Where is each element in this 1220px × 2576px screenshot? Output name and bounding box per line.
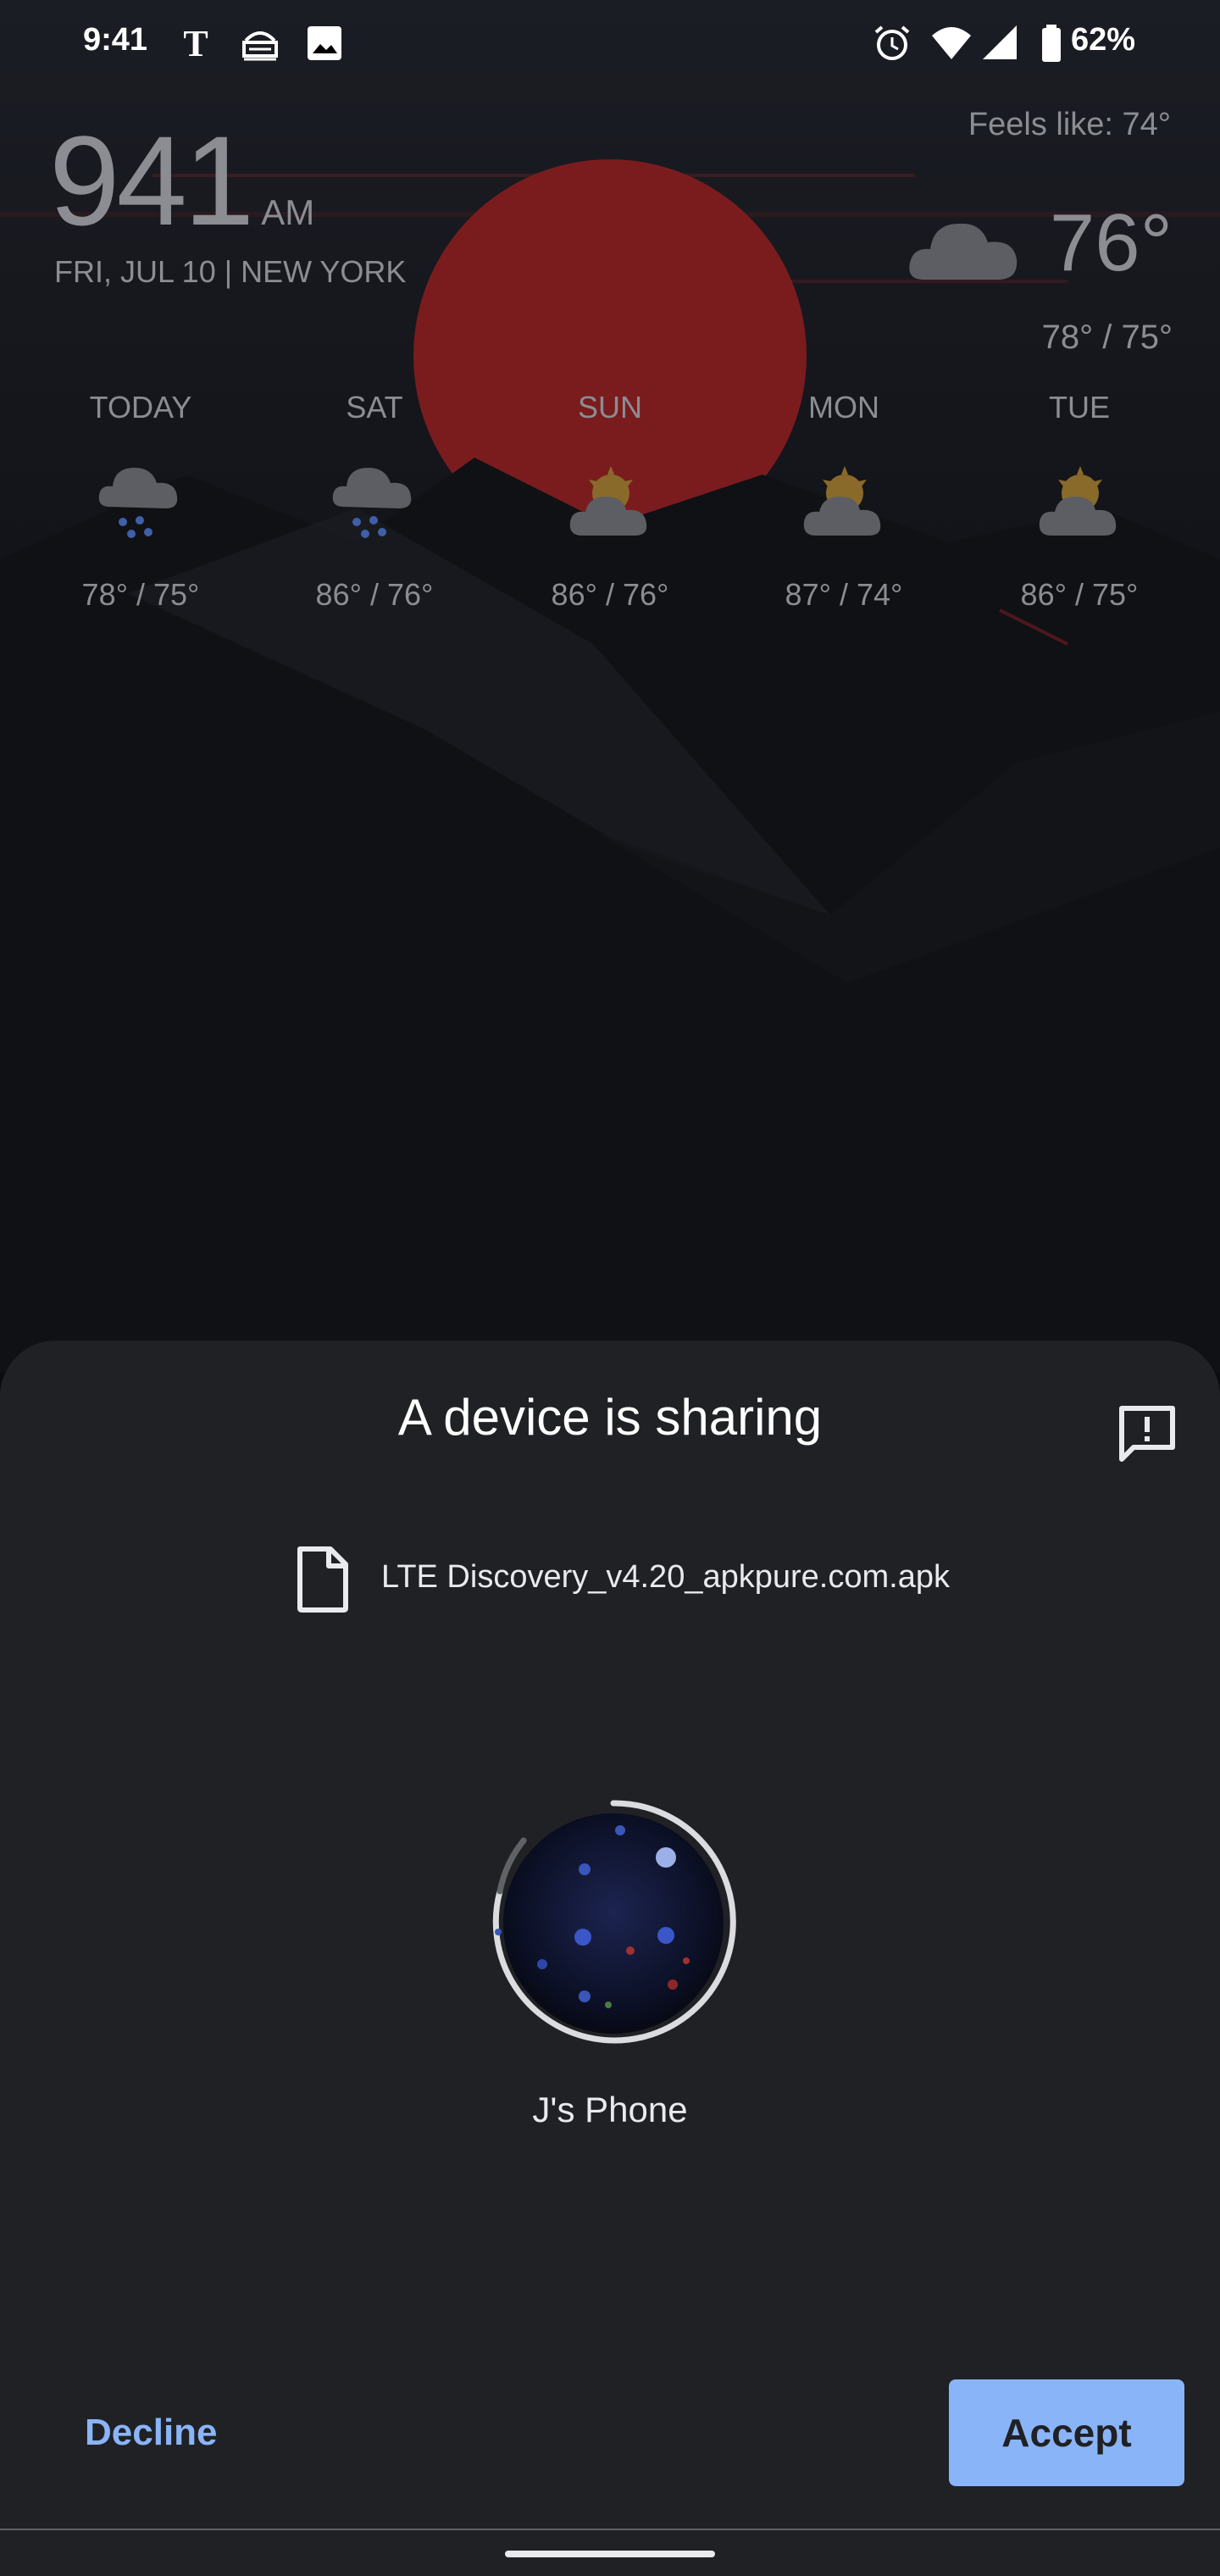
forecast-temp: 86° / 76° — [315, 577, 434, 612]
forecast-day-name: SUN — [577, 390, 642, 425]
file-row: LTE Discovery_v4.20_apkpure.com.apk — [0, 1542, 1220, 1618]
accept-button[interactable]: Accept — [949, 2379, 1184, 2486]
battery-icon — [1042, 25, 1061, 62]
device-avatar[interactable] — [490, 1796, 737, 2052]
alarm-icon — [874, 25, 910, 60]
rain-cloud-icon — [98, 468, 178, 538]
status-time: 9:41 — [83, 22, 148, 58]
forecast-day: MON 87° / 74° — [759, 390, 929, 613]
forecast-day: TUE 86° / 75° — [995, 390, 1164, 613]
sheet-title: A device is sharing — [397, 1389, 823, 1446]
clock-widget[interactable]: 941 AM — [49, 117, 314, 244]
svg-text:T: T — [183, 23, 208, 64]
signal-icon — [983, 25, 1017, 59]
image-icon — [308, 26, 341, 60]
forecast-temp: 86° / 75° — [1020, 577, 1139, 612]
forecast-day-name: MON — [808, 390, 879, 425]
current-range: 78° / 75° — [1041, 319, 1173, 356]
file-name: LTE Discovery_v4.20_apkpure.com.apk — [381, 1559, 950, 1595]
wifi-icon — [932, 27, 971, 59]
partly-cloudy-icon — [1039, 466, 1117, 536]
decline-button[interactable]: Decline — [85, 2412, 218, 2454]
tv-icon — [242, 31, 278, 61]
forecast-day: SAT 86° / 76° — [290, 390, 459, 613]
clock-time: 941 — [49, 109, 254, 252]
forecast-row[interactable]: TODAY 78° / 75° SAT 86° / 76° SUN 86° / … — [0, 390, 1220, 644]
nyt-icon: T — [183, 23, 208, 64]
file-icon — [297, 1546, 348, 1613]
clock-ampm: AM — [261, 192, 315, 232]
forecast-day: SUN 86° / 76° — [525, 390, 695, 613]
forecast-day: TODAY 78° / 75° — [56, 390, 225, 613]
feedback-icon[interactable] — [1113, 1400, 1181, 1468]
forecast-temp: 87° / 74° — [785, 577, 903, 612]
partly-cloudy-icon — [803, 466, 881, 536]
forecast-temp: 86° / 76° — [551, 577, 669, 612]
forecast-temp: 78° / 75° — [81, 577, 200, 612]
cloud-icon — [909, 223, 1018, 280]
status-bar: 9:41 T 62% — [0, 0, 1220, 93]
date-location[interactable]: FRI, JUL 10 | NEW YORK — [54, 254, 406, 290]
gesture-nav-handle[interactable] — [505, 2551, 715, 2557]
rain-cloud-icon — [332, 468, 412, 538]
feels-like: Feels like: 74° — [968, 107, 1171, 142]
current-temperature[interactable]: 76° — [1050, 197, 1173, 290]
forecast-day-name: TODAY — [89, 390, 192, 425]
battery-percent: 62% — [1071, 22, 1136, 58]
forecast-day-name: SAT — [346, 390, 403, 425]
partly-cloudy-icon — [569, 466, 647, 536]
forecast-day-name: TUE — [1049, 390, 1110, 425]
device-name: J's Phone — [532, 2090, 688, 2129]
nav-divider — [0, 2529, 1220, 2530]
